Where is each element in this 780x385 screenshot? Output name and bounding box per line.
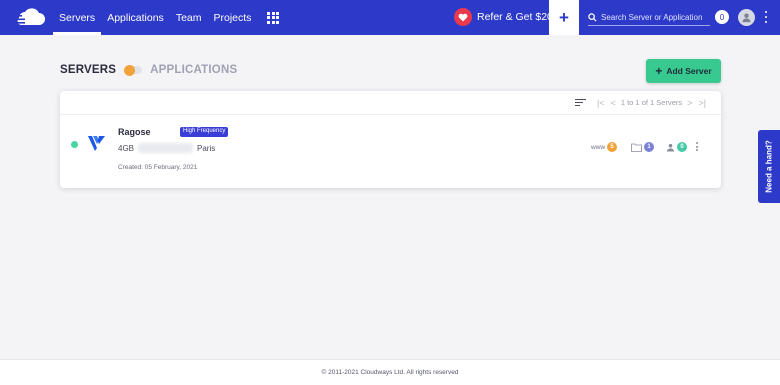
nav-projects[interactable]: Projects: [208, 0, 258, 35]
vultr-logo-icon: [88, 136, 105, 151]
www-icon: www: [591, 143, 606, 151]
user-avatar-icon[interactable]: [738, 9, 755, 26]
view-toggle[interactable]: [124, 64, 143, 76]
nav-servers[interactable]: Servers: [53, 0, 102, 35]
nav-team[interactable]: Team: [170, 0, 208, 35]
server-size: 4GB: [118, 144, 135, 153]
refer-button[interactable]: Refer & Get $20: [454, 8, 553, 26]
add-server-label: Add Server: [666, 66, 712, 76]
main-nav: Servers Applications Team Projects: [53, 0, 257, 35]
user-icon: [666, 143, 675, 152]
folder-icon: [631, 143, 642, 152]
add-server-button[interactable]: + Add Server: [646, 59, 721, 83]
users-count: 0: [677, 142, 687, 152]
server-list-card: |< < 1 to 1 of 1 Servers > >| Ragose Hig…: [60, 91, 721, 188]
server-status-dot: [71, 141, 78, 148]
server-ip-redacted: [138, 143, 193, 153]
help-tab-label: Need a hand?: [764, 140, 774, 193]
search-bar: [588, 10, 710, 26]
server-actions-menu-icon[interactable]: [696, 142, 698, 151]
heart-icon: [454, 8, 472, 26]
search-icon: [588, 13, 597, 22]
prev-page-icon[interactable]: <: [611, 98, 616, 108]
plus-icon: +: [559, 8, 569, 27]
divider: [60, 114, 721, 115]
footer: © 2011-2021 Cloudways Ltd. All rights re…: [0, 359, 780, 385]
apps-grid-icon[interactable]: [267, 11, 280, 24]
top-navbar: Servers Applications Team Projects Refer…: [0, 0, 780, 35]
next-page-icon[interactable]: >: [687, 98, 692, 108]
server-location: Paris: [197, 144, 216, 153]
refer-label: Refer & Get $20: [477, 11, 553, 23]
need-help-tab[interactable]: Need a hand?: [758, 130, 780, 203]
users-metric[interactable]: 0: [666, 142, 687, 152]
copyright-text: © 2011-2021 Cloudways Ltd. All rights re…: [321, 369, 459, 376]
files-metric[interactable]: 1: [631, 142, 654, 152]
plus-icon: +: [655, 64, 663, 78]
tab-applications[interactable]: APPLICATIONS: [150, 64, 237, 76]
www-apps-metric[interactable]: www 5: [591, 142, 618, 152]
www-count: 5: [607, 142, 618, 152]
cloudways-logo-icon[interactable]: [11, 7, 45, 28]
pagination-range: 1 to 1 of 1 Servers: [620, 98, 683, 107]
nav-applications[interactable]: Applications: [101, 0, 170, 35]
view-switcher: SERVERS APPLICATIONS: [60, 64, 237, 76]
last-page-icon[interactable]: >|: [698, 98, 706, 108]
server-created-date: Created: 05 February, 2021: [118, 164, 198, 171]
server-name[interactable]: Ragose: [118, 127, 151, 137]
files-count: 1: [644, 142, 654, 152]
sort-icon[interactable]: [574, 98, 586, 107]
pagination-bar: |< < 1 to 1 of 1 Servers > >|: [574, 91, 721, 114]
notification-badge[interactable]: 0: [715, 10, 729, 24]
first-page-icon[interactable]: |<: [597, 98, 605, 108]
high-frequency-badge: High Frequency: [180, 127, 229, 137]
more-menu-icon[interactable]: [764, 11, 768, 23]
search-input[interactable]: [601, 13, 709, 22]
add-new-button[interactable]: +: [549, 0, 579, 35]
tab-servers[interactable]: SERVERS: [60, 64, 116, 76]
